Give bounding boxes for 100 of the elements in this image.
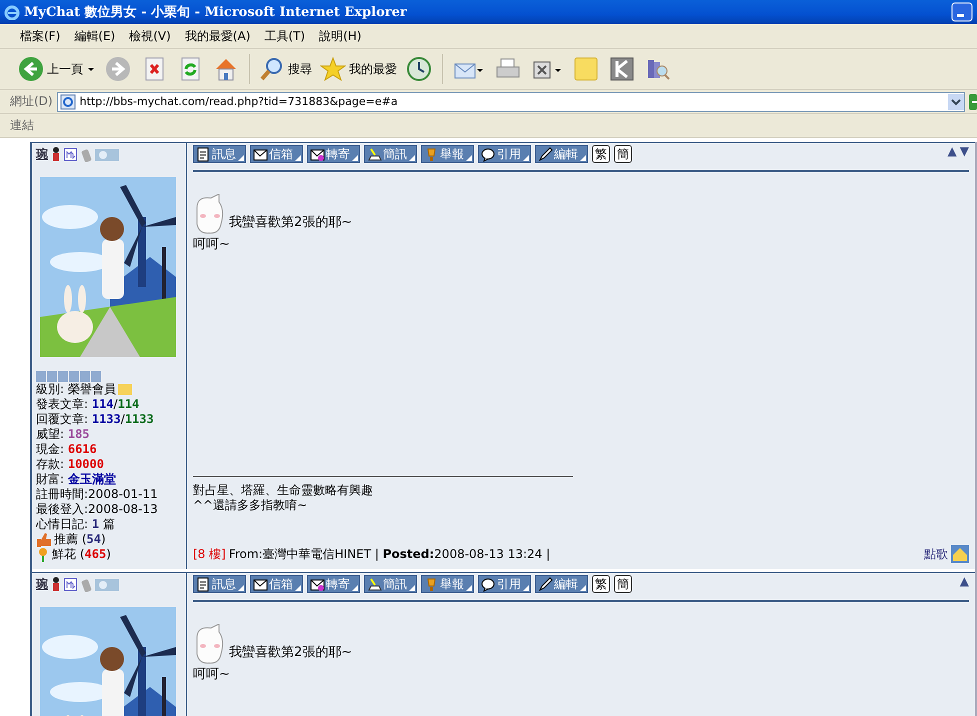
corner-icon (352, 585, 358, 591)
corner-icon (523, 585, 529, 591)
back-button[interactable]: 上一頁 (16, 54, 98, 84)
page-icon (196, 576, 211, 592)
links-label[interactable]: 連結 (10, 117, 34, 134)
corner-icon (580, 155, 586, 161)
back-icon (18, 56, 44, 82)
menu-item[interactable]: 編輯(E) (68, 26, 122, 46)
page-icon (196, 146, 211, 162)
post-info: From:臺灣中華電信HINET | Posted:2008-08-13 13:24 | (228, 546, 550, 562)
stat-text: 級別: 榮譽會員 (36, 382, 116, 397)
page-icon (60, 94, 76, 110)
author-name[interactable]: 琬 (36, 146, 48, 163)
menu-item[interactable]: 檔案(F) (14, 26, 66, 46)
stat-text: 鮮花 (465) (52, 547, 111, 562)
phone-icon (80, 577, 92, 592)
sms-icon (367, 146, 382, 162)
forward-icon (310, 146, 325, 162)
action-button[interactable]: 簡訊 (364, 145, 417, 163)
stat-text: 發表文章: 114/114 (36, 397, 140, 412)
action-button[interactable]: 編輯 (535, 145, 588, 163)
message-text: 呵呵~ (193, 666, 230, 684)
song-link[interactable]: 點歌 (924, 546, 948, 562)
search-icon (259, 56, 285, 82)
corner-icon (523, 155, 529, 161)
action-button[interactable]: 舉報 (421, 145, 474, 163)
forward-icon (310, 576, 325, 592)
message-text: 我蠻喜歡第2張的耶~ (229, 644, 352, 662)
corner-icon (409, 155, 415, 161)
thumbs-up-icon (36, 532, 52, 547)
floor-number: [8 樓] (193, 546, 226, 562)
script-toggle-button[interactable]: 簡 (614, 145, 632, 163)
signature-text: ^^還請多多指教唷~ (193, 498, 308, 513)
action-button[interactable]: 信箱 (250, 145, 303, 163)
level-icon (118, 384, 132, 395)
action-button[interactable]: 轉寄 (307, 145, 360, 163)
corner-icon (409, 585, 415, 591)
scroll-arrow[interactable]: ▼ (960, 145, 969, 157)
corner-icon (352, 155, 358, 161)
mail-icon (253, 146, 268, 162)
window-title: MyChat 數位男女 - 小栗旬 - Microsoft Internet Explorer (24, 4, 408, 21)
action-button[interactable]: 轉寄 (307, 575, 360, 593)
stat-text: 心情日記: 1 篇 (36, 517, 115, 532)
stat-text: 現金: 6616 (36, 442, 97, 457)
menu-item[interactable]: 工具(T) (258, 26, 312, 46)
stat-text: 存款: 10000 (36, 457, 104, 472)
action-button[interactable]: 舉報 (421, 575, 474, 593)
phone-icon (80, 147, 92, 162)
search-button[interactable]: 搜尋 (257, 54, 314, 84)
action-button[interactable]: 信箱 (250, 575, 303, 593)
signature-text: 對占星、塔羅、生命靈數略有興趣 (193, 483, 374, 498)
corner-icon (295, 155, 301, 161)
script-toggle-button[interactable]: 簡 (614, 575, 632, 593)
action-button[interactable]: 訊息 (193, 145, 246, 163)
corner-icon (238, 155, 244, 161)
favorites-button[interactable]: 我的最愛 (318, 54, 399, 84)
stat-text: 最後登入:2008-08-13 (36, 502, 158, 517)
person-icon (51, 576, 61, 592)
message-text: 呵呵~ (193, 236, 230, 254)
address-field[interactable]: http://bbs-mychat.com/read.php?tid=731883&page=e#a (56, 92, 965, 112)
menu-item[interactable]: 我的最愛(A) (178, 26, 256, 46)
forward-icon[interactable] (105, 56, 131, 82)
go-icon[interactable] (969, 92, 977, 110)
corner-icon (466, 155, 472, 161)
stat-text: 威望: 185 (36, 427, 90, 442)
edit-icon (538, 146, 553, 162)
action-button[interactable]: 簡訊 (364, 575, 417, 593)
zodiac-icon (64, 578, 77, 591)
corner-icon (580, 585, 586, 591)
menu-item[interactable]: 說明(H) (313, 26, 368, 46)
corner-icon (466, 585, 472, 591)
address-label: 網址(D) (10, 93, 53, 110)
action-button[interactable]: 訊息 (193, 575, 246, 593)
script-toggle-button[interactable]: 繁 (592, 145, 610, 163)
edit-icon (538, 576, 553, 592)
stat-text: 回覆文章: 1133/1133 (36, 412, 154, 427)
action-button[interactable]: 引用 (478, 575, 531, 593)
scroll-arrow[interactable]: ▲ (960, 575, 969, 587)
script-toggle-button[interactable]: 繁 (592, 575, 610, 593)
menu-item[interactable]: 檢視(V) (123, 26, 177, 46)
home-icon[interactable] (951, 545, 969, 563)
dropdown-icon (948, 94, 964, 110)
quote-icon (481, 576, 496, 592)
rank-icon (36, 371, 102, 382)
minimize-button[interactable] (951, 2, 973, 22)
mail-icon (253, 576, 268, 592)
scroll-arrow[interactable]: ▲ (948, 145, 957, 157)
badge-icon (95, 148, 119, 160)
stat-text: 推薦 (54) (54, 532, 106, 547)
star-icon (320, 56, 346, 82)
author-name[interactable]: 琬 (36, 576, 48, 593)
ie-icon (4, 4, 20, 20)
k-icon[interactable] (609, 56, 635, 82)
badge-icon (95, 578, 119, 590)
message-text: 我蠻喜歡第2張的耶~ (229, 214, 352, 232)
sms-icon (367, 576, 382, 592)
action-button[interactable]: 引用 (478, 145, 531, 163)
action-button[interactable]: 編輯 (535, 575, 588, 593)
history-icon[interactable] (406, 56, 432, 82)
quote-icon (481, 146, 496, 162)
